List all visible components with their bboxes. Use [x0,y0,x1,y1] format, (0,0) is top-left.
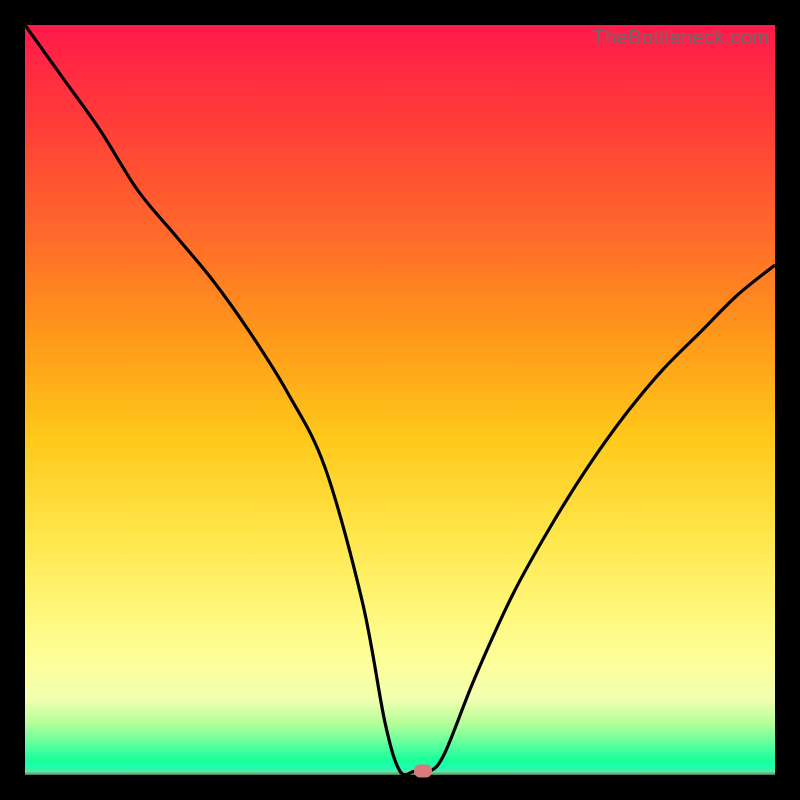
optimal-point-marker [414,765,432,778]
plot-area: TheBottleneck.com [25,25,775,775]
bottleneck-curve [25,25,775,775]
chart-frame: TheBottleneck.com [0,0,800,800]
curve-path [25,25,775,775]
